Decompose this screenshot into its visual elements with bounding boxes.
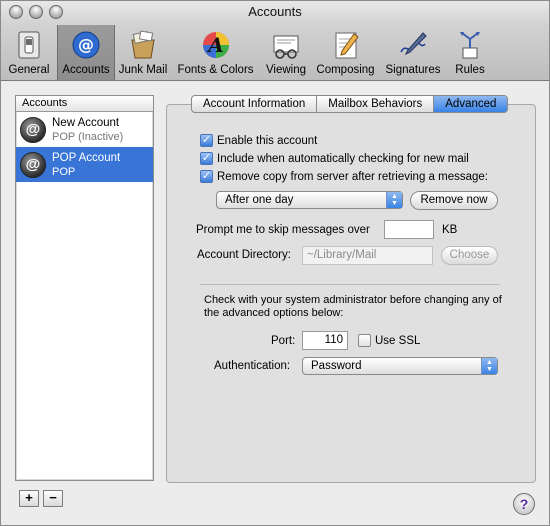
use-ssl-row: Use SSL	[358, 334, 420, 347]
signatures-icon	[397, 29, 429, 61]
select-arrows-icon: ▲ ▼	[386, 192, 402, 208]
account-name: POP Account	[52, 151, 121, 164]
account-item-pop-account[interactable]: @ POP Account POP	[16, 147, 153, 182]
skip-size-input[interactable]	[384, 220, 434, 239]
remove-copy-checkbox[interactable]: ✓	[200, 170, 213, 183]
preferences-toolbar: General @ Accounts Junk Mail A Fonts & C…	[1, 25, 493, 80]
port-input[interactable]: 110	[302, 331, 348, 350]
toolbar-general[interactable]: General	[1, 25, 57, 80]
accounts-list[interactable]: Accounts @ New Account POP (Inactive) @ …	[15, 95, 154, 481]
account-at-icon: @	[20, 151, 46, 178]
authentication-value: Password	[311, 360, 362, 372]
title-toolbar: Accounts General @ Accounts Junk Mail A …	[1, 1, 549, 81]
account-directory-label: Account Directory:	[197, 249, 291, 261]
switch-icon	[13, 29, 45, 61]
prompt-skip-label: Prompt me to skip messages over	[196, 224, 370, 236]
account-type: POP (Inactive)	[52, 130, 124, 143]
toolbar-accounts-label: Accounts	[62, 64, 110, 76]
junk-mail-icon	[127, 29, 159, 61]
toolbar-viewing[interactable]: Viewing	[260, 25, 312, 80]
preferences-window: Accounts General @ Accounts Junk Mail A …	[0, 0, 550, 526]
tab-account-information[interactable]: Account Information	[192, 96, 318, 112]
authentication-label: Authentication:	[214, 360, 291, 372]
list-buttons: + −	[19, 490, 63, 507]
port-label: Port:	[271, 335, 296, 347]
remove-copy-row: ✓ Remove copy from server after retrievi…	[200, 170, 488, 183]
select-arrows-icon: ▲ ▼	[481, 358, 497, 374]
toolbar-junk-mail[interactable]: Junk Mail	[115, 25, 171, 80]
use-ssl-checkbox[interactable]	[358, 334, 371, 347]
tab-advanced[interactable]: Advanced	[434, 96, 508, 112]
account-name: New Account	[52, 116, 120, 129]
remove-account-button[interactable]: −	[43, 490, 63, 507]
include-checking-label: Include when automatically checking for …	[217, 152, 469, 165]
include-checking-row: ✓ Include when automatically checking fo…	[200, 152, 469, 165]
svg-text:@: @	[78, 35, 94, 54]
svg-text:A: A	[206, 33, 224, 57]
help-button[interactable]: ?	[513, 493, 535, 515]
toolbar-fonts-colors-label: Fonts & Colors	[177, 64, 254, 76]
at-sign-icon: @	[70, 29, 102, 61]
remove-after-select[interactable]: After one day ▲ ▼	[216, 191, 403, 209]
remove-after-value: After one day	[225, 194, 294, 206]
tab-mailbox-behaviors[interactable]: Mailbox Behaviors	[317, 96, 435, 112]
admin-note: Check with your system administrator bef…	[204, 294, 502, 319]
toolbar-signatures[interactable]: Signatures	[379, 25, 447, 80]
fonts-colors-icon: A	[200, 29, 232, 61]
toolbar-viewing-label: Viewing	[265, 64, 307, 76]
toolbar-composing[interactable]: Composing	[312, 25, 379, 80]
toolbar-junk-mail-label: Junk Mail	[118, 64, 168, 76]
account-type: POP	[52, 165, 76, 178]
use-ssl-label: Use SSL	[375, 334, 421, 347]
account-at-icon: @	[20, 116, 46, 143]
toolbar-rules-label: Rules	[455, 64, 485, 76]
rules-icon	[454, 29, 486, 61]
account-item-new-account[interactable]: @ New Account POP (Inactive)	[16, 112, 153, 147]
kb-unit-label: KB	[442, 224, 458, 236]
include-checking-checkbox[interactable]: ✓	[200, 152, 213, 165]
divider	[200, 284, 500, 285]
toolbar-rules[interactable]: Rules	[447, 25, 493, 80]
remove-copy-label: Remove copy from server after retrieving…	[217, 170, 488, 183]
account-directory-field[interactable]: ~/Library/Mail	[302, 246, 433, 265]
choose-button[interactable]: Choose	[441, 246, 498, 265]
composing-icon	[330, 29, 362, 61]
toolbar-fonts-colors[interactable]: A Fonts & Colors	[171, 25, 260, 80]
toolbar-composing-label: Composing	[316, 64, 375, 76]
remove-now-button[interactable]: Remove now	[410, 191, 498, 210]
toolbar-signatures-label: Signatures	[385, 64, 441, 76]
accounts-list-header: Accounts	[16, 96, 153, 112]
toolbar-accounts[interactable]: @ Accounts	[57, 25, 115, 80]
tab-bar: Account Information Mailbox Behaviors Ad…	[191, 95, 509, 113]
enable-account-checkbox[interactable]: ✓	[200, 134, 213, 147]
add-account-button[interactable]: +	[19, 490, 39, 507]
enable-account-label: Enable this account	[217, 134, 318, 147]
viewing-icon	[270, 29, 302, 61]
window-title: Accounts	[248, 4, 302, 19]
authentication-select[interactable]: Password ▲ ▼	[302, 357, 498, 375]
enable-account-row: ✓ Enable this account	[200, 134, 317, 147]
toolbar-general-label: General	[8, 64, 50, 76]
